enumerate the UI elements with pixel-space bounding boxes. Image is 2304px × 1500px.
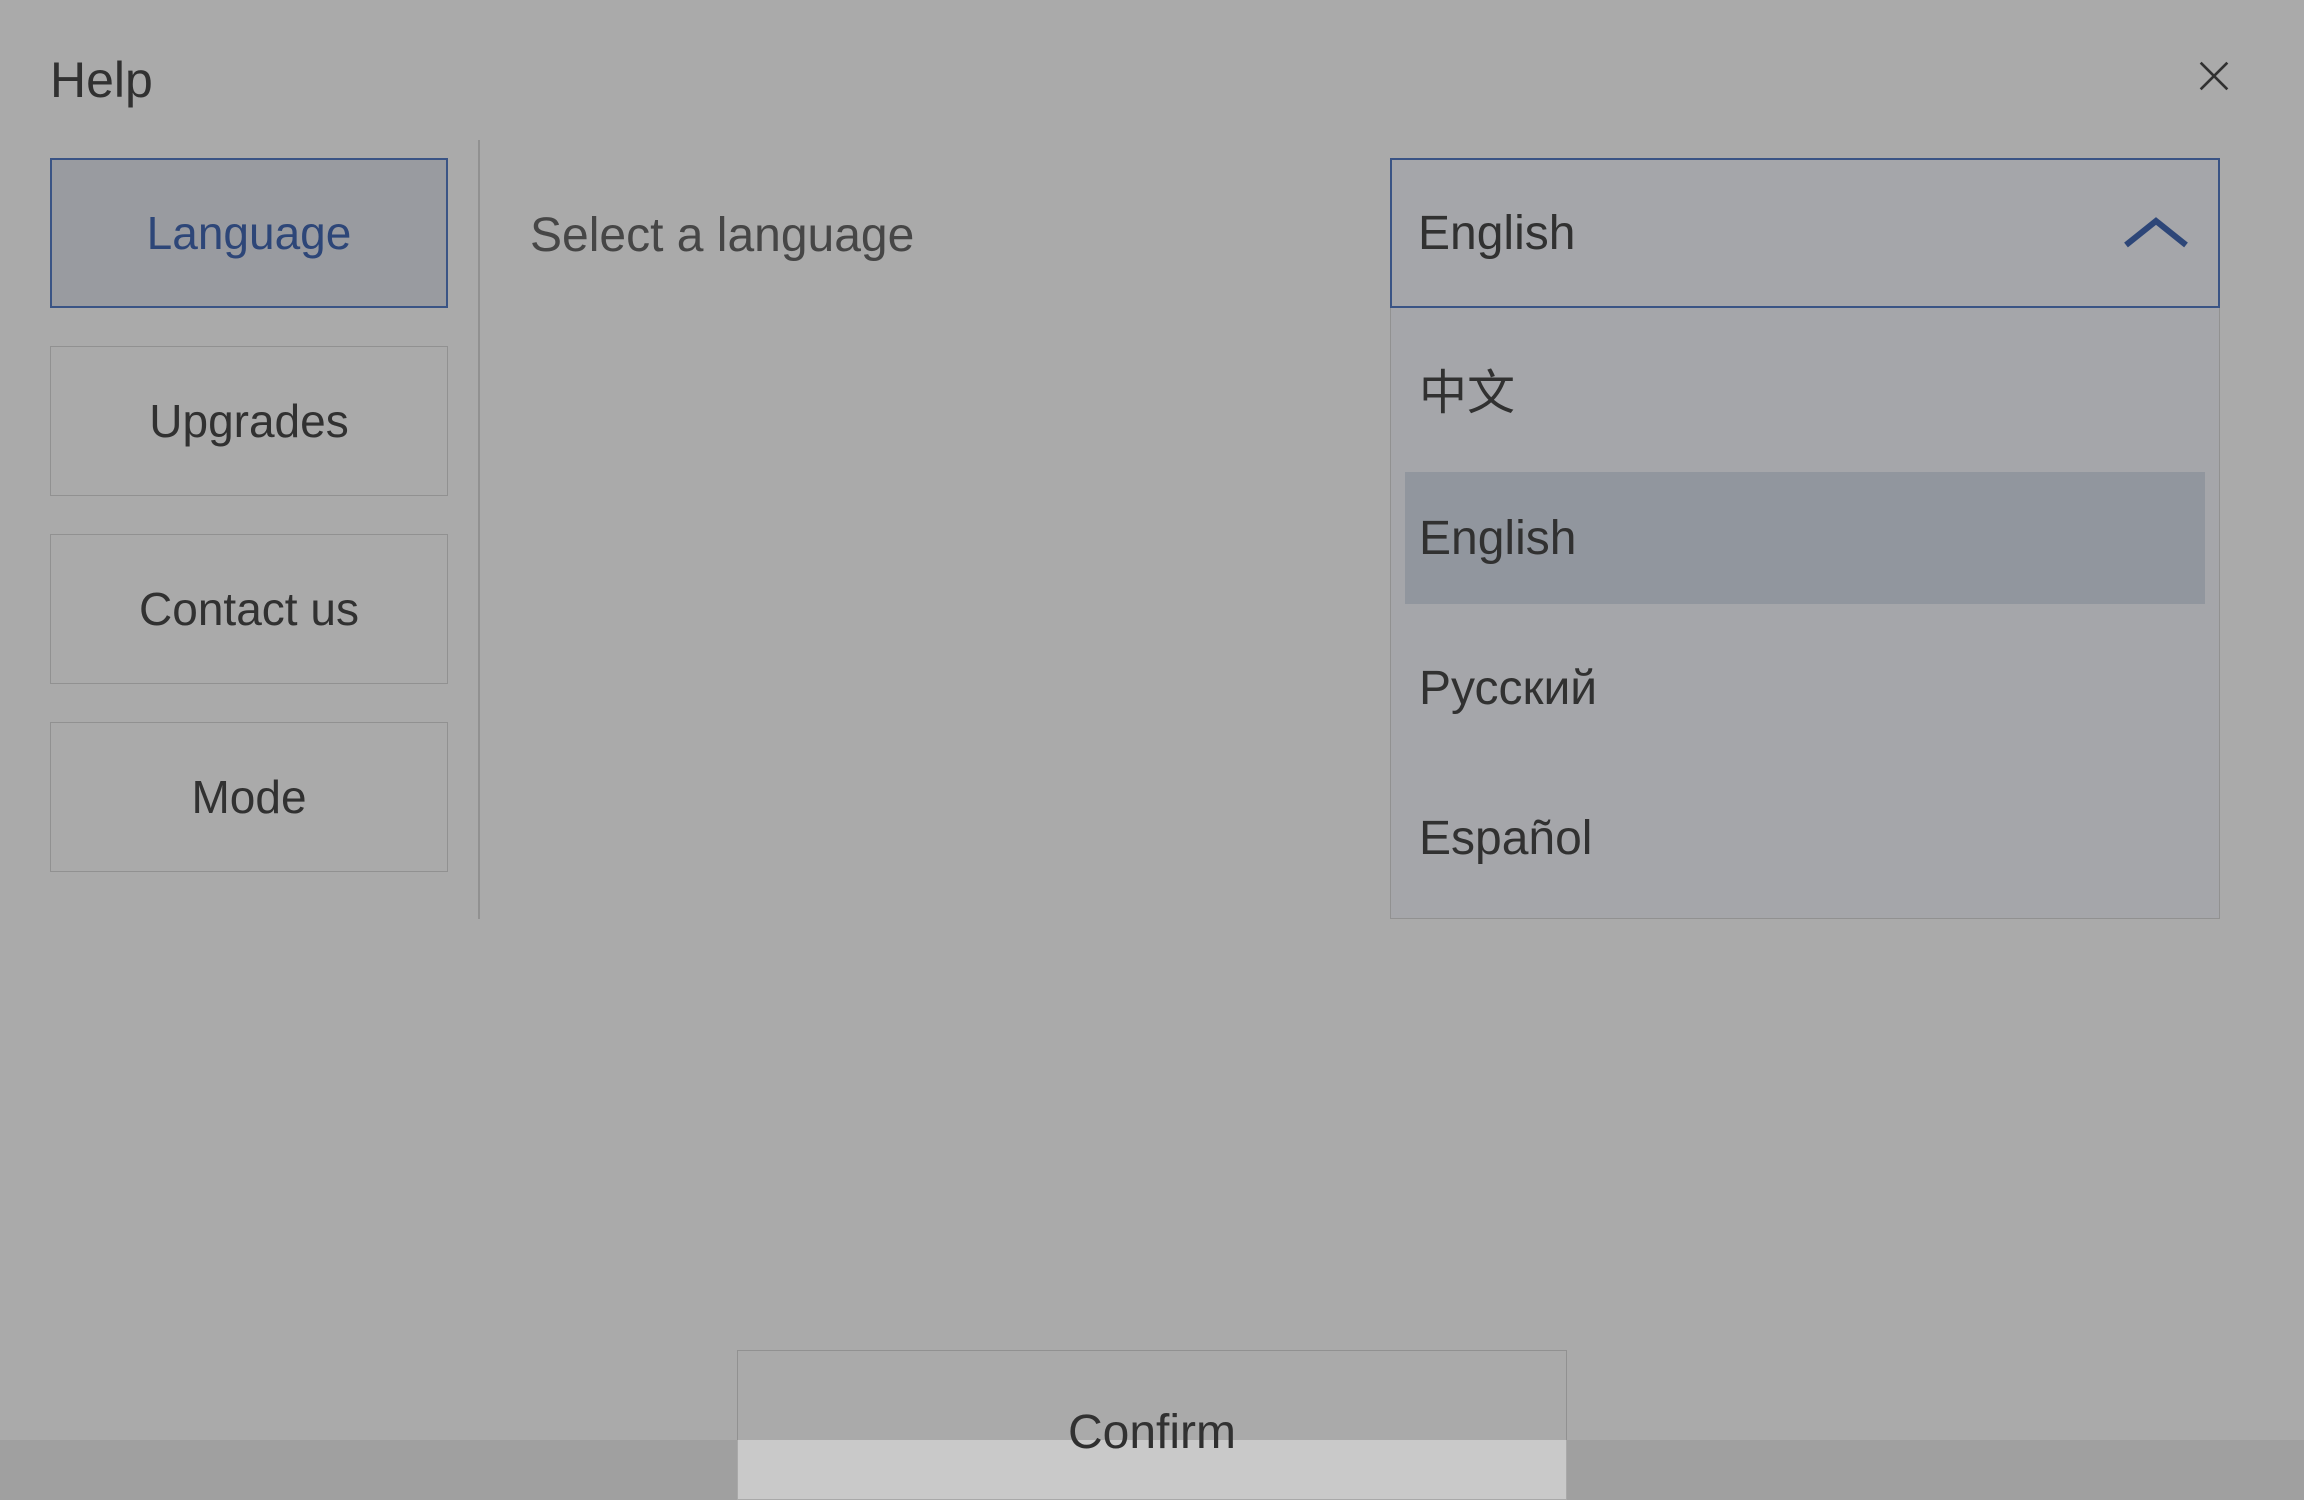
option-label: English — [1419, 511, 1576, 566]
chevron-up-icon — [2120, 213, 2192, 253]
language-option-russian[interactable]: Русский — [1405, 622, 2205, 754]
content-panel: Select a language English 中文 — [480, 140, 2254, 919]
language-option-chinese[interactable]: 中文 — [1405, 322, 2205, 454]
sidebar-item-mode[interactable]: Mode — [50, 722, 448, 872]
sidebar-item-contact-us[interactable]: Contact us — [50, 534, 448, 684]
option-label: Español — [1419, 811, 1592, 866]
language-dropdown: 中文 English Русский Español — [1390, 308, 2220, 919]
confirm-area: Confirm — [737, 1350, 1567, 1500]
language-select-wrapper: English 中文 English — [1390, 158, 2220, 919]
language-row: Select a language English 中文 — [530, 158, 2254, 919]
confirm-button[interactable]: Confirm — [737, 1350, 1567, 1500]
sidebar: Language Upgrades Contact us Mode — [50, 140, 480, 919]
sidebar-item-upgrades[interactable]: Upgrades — [50, 346, 448, 496]
sidebar-item-label: Upgrades — [149, 394, 348, 448]
language-option-spanish[interactable]: Español — [1405, 772, 2205, 904]
select-language-label: Select a language — [530, 158, 1390, 263]
close-button[interactable] — [2194, 50, 2254, 110]
sidebar-item-language[interactable]: Language — [50, 158, 448, 308]
help-dialog: Help Language Upgrades Contact us Mode — [0, 0, 2304, 1440]
sidebar-item-label: Mode — [191, 770, 306, 824]
language-select[interactable]: English — [1390, 158, 2220, 308]
dialog-body: Language Upgrades Contact us Mode Select… — [0, 140, 2304, 919]
dialog-title: Help — [50, 51, 153, 109]
select-value: English — [1418, 206, 1575, 261]
dialog-header: Help — [0, 0, 2304, 140]
confirm-label: Confirm — [1068, 1405, 1236, 1460]
sidebar-item-label: Language — [147, 206, 352, 260]
sidebar-item-label: Contact us — [139, 582, 359, 636]
option-label: 中文 — [1419, 353, 1515, 423]
option-label: Русский — [1419, 661, 1597, 716]
language-option-english[interactable]: English — [1405, 472, 2205, 604]
close-icon — [2194, 53, 2234, 108]
